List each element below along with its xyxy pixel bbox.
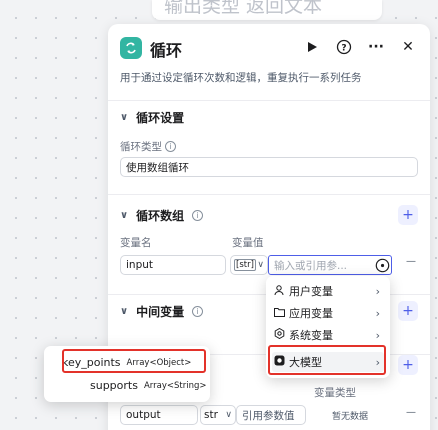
highlight-box-key-points	[62, 349, 206, 373]
menu-item-app-vars[interactable]: 应用变量 ›	[272, 303, 384, 323]
loop-type-label: 循环类型 i	[120, 139, 176, 154]
folder-icon	[272, 307, 286, 320]
add-intermediate-var-button[interactable]: +	[398, 301, 418, 321]
more-icon[interactable]: ···	[366, 37, 386, 57]
output-value-input[interactable]: 引用参数值	[236, 405, 306, 425]
menu-item-user-vars[interactable]: 用户变量 ›	[272, 281, 384, 301]
info-icon: i	[192, 210, 204, 221]
loop-settings-header[interactable]: ∨ 循环设置	[120, 109, 184, 126]
loop-type-select[interactable]: 使用数组循环	[120, 157, 418, 177]
array-type-select[interactable]: [str] ∨	[230, 255, 268, 275]
type-tag: Array<String>	[143, 380, 207, 391]
loop-settings-title: 循环设置	[136, 111, 185, 125]
close-icon[interactable]: ✕	[398, 37, 418, 57]
var-type-header: 变量类型	[314, 387, 356, 399]
chevron-down-icon: ∨	[225, 410, 232, 420]
add-array-button[interactable]: +	[398, 205, 418, 225]
help-glyph: ?	[341, 44, 346, 54]
background-node: 输出类型 返回文本	[152, 0, 382, 20]
loop-array-title: 循环数组	[136, 209, 185, 223]
info-icon: i	[165, 141, 176, 152]
info-icon: i	[192, 306, 204, 317]
remove-output-row-button[interactable]: —	[406, 407, 416, 418]
add-output-button[interactable]: +	[398, 355, 418, 375]
chevron-down-icon: ∨	[120, 210, 129, 221]
highlight-box-llm	[268, 345, 386, 375]
node-description: 用于通过设定循环次数和逻辑，重复执行一系列任务	[120, 72, 362, 84]
background-node-title: 输出类型 返回文本	[164, 0, 323, 17]
remove-array-row-button[interactable]: —	[406, 256, 416, 267]
output-name-input[interactable]: output	[120, 405, 198, 425]
chevron-down-icon: ∨	[257, 260, 264, 270]
node-title: 循环	[150, 41, 183, 60]
help-icon[interactable]: ?	[334, 37, 354, 57]
intermediate-vars-header[interactable]: ∨ 中间变量 i	[120, 303, 204, 320]
gear-icon	[272, 327, 286, 342]
user-icon	[272, 284, 286, 298]
play-icon[interactable]	[302, 37, 322, 57]
var-name-header: 变量名	[120, 237, 152, 249]
loop-settings-section: ∨ 循环设置 循环类型 i 使用数组循环	[108, 100, 430, 194]
chevron-down-icon: ∨	[120, 306, 129, 317]
array-var-name-input[interactable]: input	[120, 255, 226, 275]
panel-header: 循环 ? ··· ✕ 用于通过设定循环次数和逻辑，重复执行一系列任务	[108, 24, 430, 96]
loop-icon	[120, 37, 142, 59]
intermediate-vars-title: 中间变量	[136, 305, 185, 319]
chevron-right-icon: ›	[375, 284, 380, 298]
output-type-value: 暂无数据	[332, 412, 369, 422]
submenu-item-supports[interactable]: supports Array<String>	[90, 379, 206, 392]
chevron-right-icon: ›	[375, 328, 380, 342]
chevron-right-icon: ›	[375, 306, 380, 320]
chevron-down-icon: ∨	[120, 112, 129, 123]
var-value-header: 变量值	[232, 237, 264, 249]
menu-item-system-vars[interactable]: 系统变量 ›	[272, 325, 384, 345]
loop-array-header[interactable]: ∨ 循环数组 i	[120, 207, 204, 224]
variable-reference-button[interactable]	[372, 255, 392, 275]
output-type-select[interactable]: str ∨	[200, 405, 236, 425]
